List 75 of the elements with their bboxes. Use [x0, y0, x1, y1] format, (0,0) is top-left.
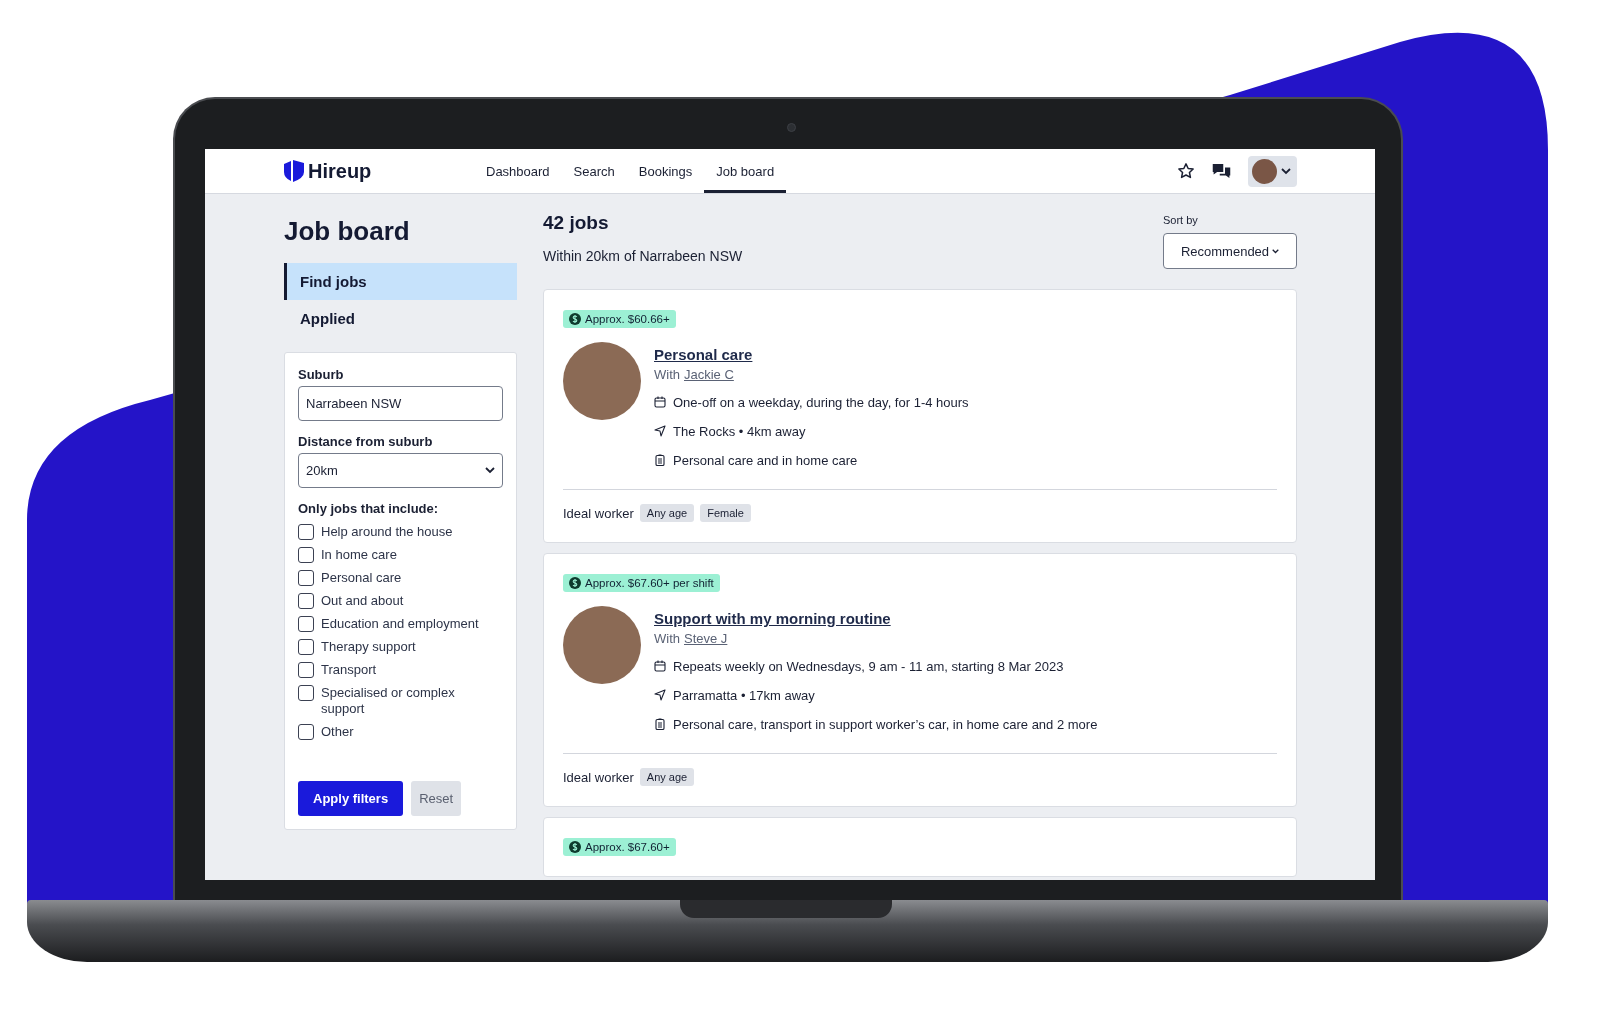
- services-text: Personal care, transport in support worker’s car, in home care and 2 more: [673, 716, 1098, 732]
- reset-button[interactable]: Reset: [411, 781, 462, 816]
- with-label: With: [654, 367, 680, 382]
- schedule-text: Repeats weekly on Wednesdays, 9 am - 11 am, starting 8 Mar 2023: [673, 658, 1064, 674]
- location-arrow-icon: [654, 689, 666, 701]
- avatar: [1252, 158, 1277, 184]
- pay-badge: Approx. $60.66+: [563, 310, 676, 328]
- chevron-down-icon: [1281, 167, 1291, 175]
- checkbox-label[interactable]: Help around the house: [321, 523, 453, 540]
- field-label: Suburb: [298, 367, 345, 382]
- field-label: Only jobs that include:: [298, 501, 440, 516]
- checkbox[interactable]: [298, 546, 314, 563]
- checkbox-label[interactable]: Out and about: [321, 592, 404, 609]
- dollar-icon: [569, 841, 581, 853]
- checkbox-label[interactable]: Therapy support: [321, 638, 416, 655]
- location-arrow-icon: [654, 425, 666, 437]
- suburb-field[interactable]: Narrabeen NSW: [298, 386, 503, 421]
- chevron-down-icon: [1272, 248, 1280, 254]
- services-text: Personal care and in home care: [673, 452, 858, 468]
- client-link[interactable]: Steve J: [684, 631, 728, 646]
- apply-button[interactable]: Apply filters: [298, 781, 404, 816]
- job-title-link[interactable]: Support with my morning routine: [654, 610, 891, 627]
- dollar-icon: [569, 313, 581, 325]
- pay-badge: Approx. $67.60+ per shift: [563, 574, 720, 592]
- checkbox-label[interactable]: Personal care: [321, 569, 402, 586]
- page-title: Job board: [284, 216, 411, 247]
- checkbox[interactable]: [298, 684, 314, 701]
- checkbox[interactable]: [298, 523, 314, 540]
- nav-tab[interactable]: Search: [561, 149, 627, 193]
- checkbox-label[interactable]: In home care: [321, 546, 397, 563]
- shield-logo-icon: [284, 160, 304, 182]
- ideal-worker-label: Ideal worker: [563, 769, 634, 785]
- distance-dropdown[interactable]: 20km: [298, 453, 503, 488]
- sidebar-item[interactable]: Find jobs: [284, 263, 517, 300]
- nav-tab[interactable]: Bookings: [626, 149, 705, 193]
- checkbox[interactable]: [298, 661, 314, 678]
- results-count: 42 jobs: [543, 212, 610, 234]
- star-icon[interactable]: [1177, 162, 1195, 180]
- checkbox[interactable]: [298, 615, 314, 632]
- client-link[interactable]: Jackie C: [684, 367, 734, 382]
- checkbox[interactable]: [298, 723, 314, 740]
- profile-menu-button[interactable]: [1248, 155, 1297, 187]
- checkbox-label[interactable]: Specialised or complex support: [321, 684, 491, 717]
- tag: Any age: [639, 768, 695, 786]
- field-label: Distance from suburb: [298, 434, 434, 449]
- calendar-icon: [654, 660, 666, 672]
- tag: Female: [700, 504, 751, 522]
- camera-icon: [787, 123, 796, 132]
- sort-dropdown[interactable]: Recommended: [1163, 233, 1297, 269]
- nav-tab[interactable]: Dashboard: [474, 149, 562, 193]
- clipboard-icon: [654, 454, 666, 466]
- dollar-icon: [569, 577, 581, 589]
- tag: Any age: [639, 504, 695, 522]
- checkbox-label[interactable]: Other: [321, 723, 354, 740]
- job-title-link[interactable]: Personal care: [654, 346, 753, 363]
- chat-icon[interactable]: [1211, 162, 1232, 180]
- location-text: Parramatta • 17km away: [673, 687, 815, 703]
- ideal-worker-label: Ideal worker: [563, 505, 634, 521]
- chevron-down-icon: [485, 467, 495, 474]
- calendar-icon: [654, 396, 666, 408]
- checkbox[interactable]: [298, 592, 314, 609]
- pay-badge: Approx. $67.60+: [563, 838, 676, 856]
- sidebar-item[interactable]: Applied: [284, 300, 517, 337]
- checkbox-label[interactable]: Transport: [321, 661, 377, 678]
- results-location: Within 20km of Narrabeen NSW: [543, 248, 743, 264]
- brand-name: Hireup: [308, 159, 372, 183]
- with-label: With: [654, 631, 680, 646]
- sort-label: Sort by: [1163, 214, 1199, 226]
- nav-tab[interactable]: Job board: [704, 149, 787, 193]
- location-text: The Rocks • 4km away: [673, 423, 806, 439]
- clipboard-icon: [654, 718, 666, 730]
- checkbox[interactable]: [298, 569, 314, 586]
- schedule-text: One-off on a weekday, during the day, for 1-4 hours: [673, 394, 969, 410]
- checkbox[interactable]: [298, 638, 314, 655]
- checkbox-label[interactable]: Education and employment: [321, 615, 479, 632]
